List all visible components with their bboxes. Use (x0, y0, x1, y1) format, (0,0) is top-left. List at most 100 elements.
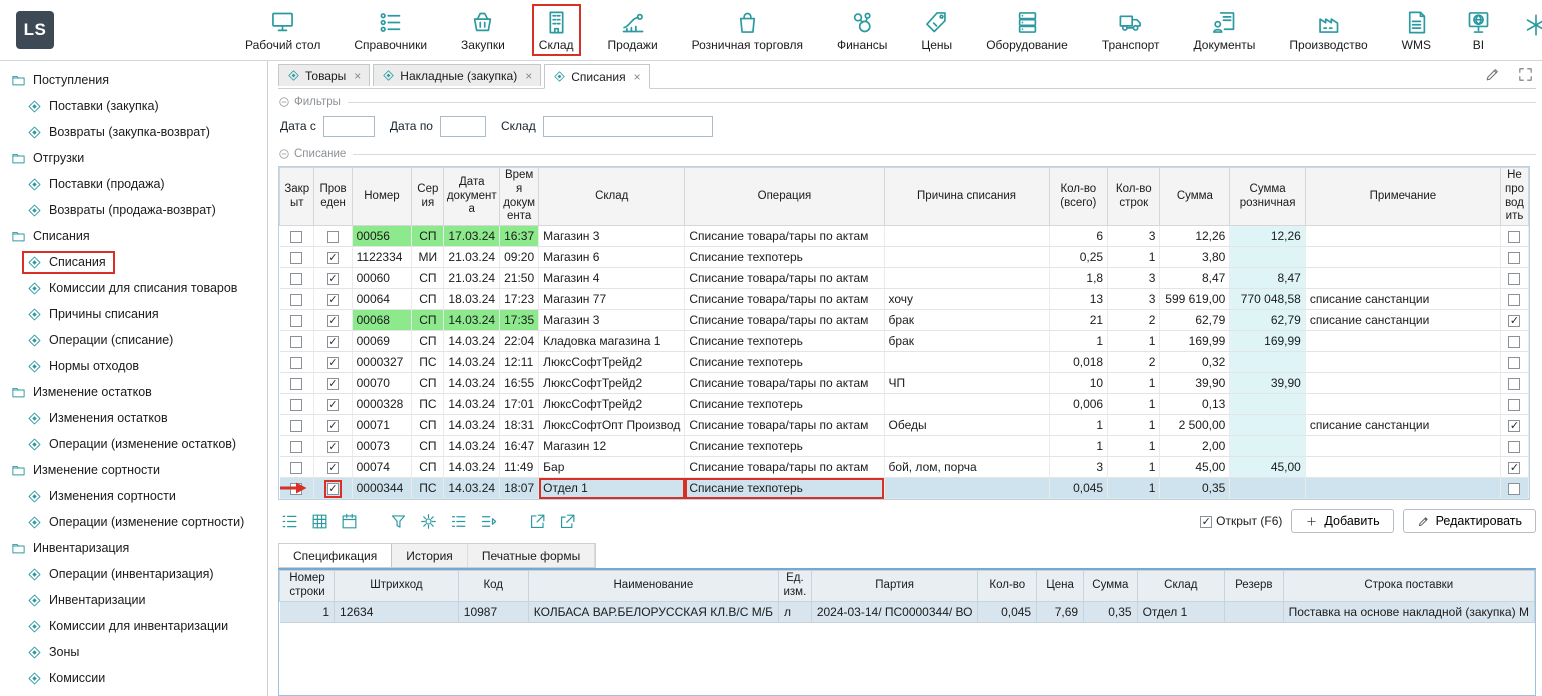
table-row[interactable]: ✓00069СП14.03.2422:04Кладовка магазина 1… (280, 331, 1529, 352)
export-button[interactable] (528, 512, 547, 531)
tab-2[interactable]: Накладные (закупка)× (373, 64, 541, 86)
filter-button[interactable] (389, 512, 408, 531)
sidebar-group-2[interactable]: Отгрузки (0, 145, 267, 171)
column-header-reason[interactable]: Причина списания (884, 168, 1049, 226)
column-header-series[interactable]: Серия (412, 168, 444, 226)
topbar-item-11[interactable]: Документы (1189, 6, 1261, 54)
tab-1[interactable]: Товары× (278, 64, 370, 86)
toolbar-overflow-icon[interactable] (1523, 12, 1542, 38)
tab-close-icon[interactable]: × (354, 69, 361, 83)
column-header-operation[interactable]: Операция (685, 168, 884, 226)
no-post-checkbox[interactable] (1508, 231, 1520, 243)
column-header-time[interactable]: Время документа (500, 168, 539, 226)
column-header-sum[interactable]: Сумма (1160, 168, 1230, 226)
no-post-checkbox[interactable] (1508, 357, 1520, 369)
edit-form-icon[interactable] (1484, 66, 1501, 83)
sidebar-item[interactable]: Комиссии (0, 665, 267, 691)
topbar-item-14[interactable]: BI (1460, 6, 1497, 54)
topbar-item-3[interactable]: Закупки (456, 6, 510, 54)
closed-checkbox[interactable] (290, 357, 302, 369)
row-move-button[interactable] (479, 512, 498, 531)
posted-checkbox[interactable]: ✓ (327, 420, 339, 432)
table-row[interactable]: ✓00071СП14.03.2418:31ЛюксСофтОпт Произво… (280, 415, 1529, 436)
open-checkbox-field[interactable]: ✓ Открыт (F6) (1200, 514, 1282, 528)
no-post-checkbox[interactable] (1508, 252, 1520, 264)
table-row[interactable]: ✓00073СП14.03.2416:47Магазин 12Списание … (280, 436, 1529, 457)
closed-checkbox[interactable] (290, 378, 302, 390)
column-header-no_post[interactable]: Не проводить (1500, 168, 1528, 226)
posted-checkbox[interactable]: ✓ (327, 273, 339, 285)
column-header-number[interactable]: Номер (352, 168, 412, 226)
add-button[interactable]: Добавить (1291, 509, 1393, 533)
topbar-item-9[interactable]: Оборудование (981, 6, 1073, 54)
topbar-item-12[interactable]: Производство (1284, 6, 1372, 54)
posted-checkbox[interactable]: ✓ (327, 378, 339, 390)
table-row[interactable]: ✓00064СП18.03.2417:23Магазин 77Списание … (280, 289, 1529, 310)
posted-checkbox[interactable]: ✓ (327, 294, 339, 306)
column-list-button[interactable] (449, 512, 468, 531)
closed-checkbox[interactable] (290, 315, 302, 327)
topbar-item-2[interactable]: Справочники (349, 6, 432, 54)
sidebar-item[interactable]: Операции (изменение остатков) (0, 431, 267, 457)
sidebar-item[interactable]: Комиссии для инвентаризации (0, 613, 267, 639)
topbar-item-13[interactable]: WMS (1397, 6, 1436, 54)
filter-input-1[interactable] (323, 116, 375, 137)
edit-button[interactable]: Редактировать (1403, 509, 1536, 533)
sidebar-item[interactable]: Операции (списание) (0, 327, 267, 353)
column-header-lines[interactable]: Кол-во строк (1108, 168, 1160, 226)
posted-checkbox[interactable]: ✓ (327, 252, 339, 264)
table-row[interactable]: 00056СП17.03.2416:37Магазин 3Списание то… (280, 226, 1529, 247)
closed-checkbox[interactable] (290, 273, 302, 285)
tab-close-icon[interactable]: × (634, 70, 641, 84)
numbered-list-button[interactable] (280, 512, 299, 531)
sidebar-item[interactable]: Изменения сортности (0, 483, 267, 509)
posted-checkbox[interactable]: ✓ (327, 336, 339, 348)
sidebar-item[interactable]: Списания (0, 249, 267, 275)
tab-3[interactable]: Списания× (544, 64, 649, 89)
filter-input-2[interactable] (440, 116, 486, 137)
table-row[interactable]: 11263410987КОЛБАСА ВАР.БЕЛОРУССКАЯ КЛ.В/… (280, 601, 1535, 622)
closed-checkbox[interactable] (290, 399, 302, 411)
detail-tab-3[interactable]: Печатные формы (468, 544, 595, 567)
column-header-posted[interactable]: Проведен (314, 168, 352, 226)
topbar-item-6[interactable]: Розничная торговля (687, 6, 808, 54)
settings-button[interactable] (419, 512, 438, 531)
topbar-item-7[interactable]: Финансы (832, 6, 892, 54)
spec-column-header-2[interactable]: Штрихкод (335, 571, 459, 602)
sidebar-item[interactable]: Нормы отходов (0, 353, 267, 379)
spec-column-header-8[interactable]: Цена (1037, 571, 1084, 602)
no-post-checkbox[interactable]: ✓ (1508, 462, 1520, 474)
app-logo[interactable]: LS (16, 11, 54, 49)
topbar-item-1[interactable]: Рабочий стол (240, 6, 325, 54)
table-row[interactable]: ✓00068СП14.03.2417:35Магазин 3Списание т… (280, 310, 1529, 331)
open-external-button[interactable] (558, 512, 577, 531)
spec-column-header-6[interactable]: Партия (811, 571, 978, 602)
fullscreen-icon[interactable] (1517, 66, 1534, 83)
table-row[interactable]: ✓0000327ПС14.03.2412:11ЛюксСофтТрейд2Спи… (280, 352, 1529, 373)
table-row[interactable]: ✓00060СП21.03.2421:50Магазин 4Списание т… (280, 268, 1529, 289)
sidebar-item[interactable]: Поставки (продажа) (0, 171, 267, 197)
closed-checkbox[interactable] (290, 441, 302, 453)
sidebar-item[interactable]: Комиссии для списания товаров (0, 275, 267, 301)
spec-column-header-12[interactable]: Строка поставки (1283, 571, 1534, 602)
spec-column-header-10[interactable]: Склад (1137, 571, 1225, 602)
sidebar-item[interactable]: Возвраты (продажа-возврат) (0, 197, 267, 223)
sidebar-item[interactable]: Причины списания (0, 301, 267, 327)
no-post-checkbox[interactable] (1508, 483, 1520, 495)
column-header-qty[interactable]: Кол-во (всего) (1049, 168, 1108, 226)
topbar-item-4[interactable]: Склад (534, 6, 579, 54)
sidebar-group-3[interactable]: Списания (0, 223, 267, 249)
topbar-item-8[interactable]: Цены (916, 6, 957, 54)
no-post-checkbox[interactable] (1508, 378, 1520, 390)
table-row[interactable]: ✓0000344ПС14.03.2418:07Отдел 1Списание т… (280, 478, 1529, 499)
column-header-note[interactable]: Примечание (1305, 168, 1500, 226)
closed-checkbox[interactable] (290, 420, 302, 432)
posted-checkbox[interactable]: ✓ (327, 462, 339, 474)
column-header-sum_retail[interactable]: Сумма розничная (1230, 168, 1306, 226)
no-post-checkbox[interactable] (1508, 336, 1520, 348)
sidebar-item[interactable]: Инвентаризации (0, 587, 267, 613)
closed-checkbox[interactable] (290, 462, 302, 474)
closed-checkbox[interactable] (290, 231, 302, 243)
posted-checkbox[interactable]: ✓ (327, 399, 339, 411)
spec-column-header-5[interactable]: Ед. изм. (778, 571, 811, 602)
